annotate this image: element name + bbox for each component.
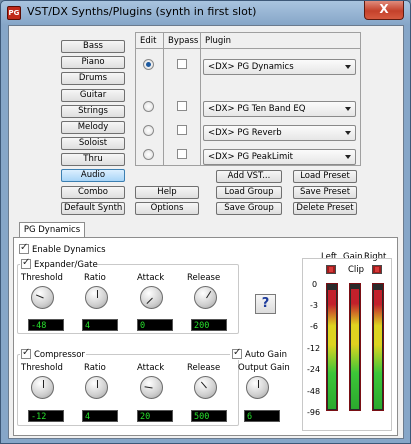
instrument-button-guitar[interactable]: Guitar xyxy=(61,89,125,102)
expander-release-value: 200 xyxy=(191,319,227,331)
plugin-select-slot-2[interactable]: <DX> PG Ten Band EQ xyxy=(203,101,356,117)
bypass-checkbox-slot-2[interactable] xyxy=(177,101,187,111)
edit-radio-slot-4[interactable] xyxy=(143,149,154,160)
expander-ratio-value: 4 xyxy=(82,319,118,331)
meter-scale-0: 0 xyxy=(312,280,318,289)
compressor-release-label: Release xyxy=(187,363,221,373)
expander-threshold-knob[interactable] xyxy=(31,286,54,309)
help-button[interactable]: Help xyxy=(135,186,199,199)
instrument-button-piano[interactable]: Piano xyxy=(61,56,125,69)
meter-scale-2: -6 xyxy=(310,322,318,331)
instrument-button-bass[interactable]: Bass xyxy=(61,40,125,53)
delete-preset-button[interactable]: Delete Preset xyxy=(293,202,357,215)
close-button[interactable]: X xyxy=(364,1,404,20)
options-button[interactable]: Options xyxy=(135,202,199,215)
instrument-button-drums[interactable]: Drums xyxy=(61,72,125,85)
instrument-button-strings[interactable]: Strings xyxy=(61,105,125,118)
compressor-release-knob[interactable] xyxy=(194,376,217,399)
compressor-label: Compressor xyxy=(34,350,85,360)
output-gain-value: 6 xyxy=(244,410,280,422)
bypass-checkbox-slot-1[interactable] xyxy=(177,59,187,69)
compressor-ratio-knob[interactable] xyxy=(85,376,108,399)
title-bar[interactable]: PG VST/DX Synths/Plugins (synth in first… xyxy=(1,1,410,25)
bypass-column-header: Bypass xyxy=(168,36,199,46)
save-preset-button[interactable]: Save Preset xyxy=(293,186,357,199)
default-synth-button[interactable]: Default Synth xyxy=(61,202,125,215)
expander-release-knob[interactable] xyxy=(194,286,217,309)
auto-gain-label: Auto Gain xyxy=(245,350,287,360)
auto-gain-checkbox[interactable] xyxy=(232,347,242,359)
window-title: VST/DX Synths/Plugins (synth in first sl… xyxy=(27,5,257,18)
plugin-select-slot-1[interactable]: <DX> PG Dynamics xyxy=(203,59,356,75)
plugin-select-slot-4-value: <DX> PG PeakLimit xyxy=(208,152,293,162)
output-gain-knob[interactable] xyxy=(246,376,269,399)
compressor-ratio-label: Ratio xyxy=(84,363,106,373)
expander-ratio-knob[interactable] xyxy=(85,286,108,309)
compressor-ratio-value: 4 xyxy=(82,410,118,422)
plugin-editor-panel: Enable Dynamics Expander/Gate Threshold … xyxy=(13,237,398,436)
save-group-button[interactable]: Save Group xyxy=(216,202,282,215)
right-level-meter xyxy=(372,283,384,411)
expander-attack-value: 0 xyxy=(137,319,173,331)
left-level-meter xyxy=(326,283,338,411)
chevron-down-icon xyxy=(345,107,351,111)
meter-scale-6: -96 xyxy=(307,408,321,417)
instrument-button-audio[interactable]: Audio xyxy=(61,169,125,182)
edit-radio-slot-3[interactable] xyxy=(143,125,154,136)
bypass-checkbox-slot-3[interactable] xyxy=(177,125,187,135)
plugin-select-slot-1-value: <DX> PG Dynamics xyxy=(208,62,294,72)
instrument-button-melody[interactable]: Melody xyxy=(61,121,125,134)
plugin-select-slot-2-value: <DX> PG Ten Band EQ xyxy=(208,104,306,114)
chevron-down-icon xyxy=(345,155,351,159)
plugin-select-slot-3-value: <DX> PG Reverb xyxy=(208,128,282,138)
add-vst-button[interactable]: Add VST... xyxy=(216,170,282,183)
meter-scale-5: -48 xyxy=(307,387,321,396)
chevron-down-icon xyxy=(345,65,351,69)
expander-ratio-label: Ratio xyxy=(84,273,106,283)
expander-attack-label: Attack xyxy=(137,273,165,283)
meter-scale-4: -24 xyxy=(307,365,321,374)
compressor-threshold-value: -12 xyxy=(28,410,64,422)
combo-button[interactable]: Combo xyxy=(61,186,125,199)
compressor-threshold-label: Threshold xyxy=(21,363,63,373)
plugin-select-slot-4[interactable]: <DX> PG PeakLimit xyxy=(203,149,356,165)
gain-level-meter xyxy=(349,283,361,411)
enable-dynamics-label: Enable Dynamics xyxy=(32,245,106,255)
expander-threshold-value: -48 xyxy=(28,319,64,331)
expander-gate-label: Expander/Gate xyxy=(34,260,98,270)
client-area: Bass Piano Drums Guitar Strings Melody S… xyxy=(8,25,404,439)
enable-dynamics-checkbox[interactable] xyxy=(19,242,29,254)
plugin-window: PG VST/DX Synths/Plugins (synth in first… xyxy=(0,0,411,444)
expander-gate-checkbox[interactable] xyxy=(21,257,31,269)
compressor-attack-knob[interactable] xyxy=(140,376,163,399)
meter-scale-1: -3 xyxy=(310,301,318,310)
instrument-button-thru[interactable]: Thru xyxy=(61,153,125,166)
tab-pg-dynamics[interactable]: PG Dynamics xyxy=(19,222,85,238)
output-gain-label: Output Gain xyxy=(238,363,290,373)
instrument-button-soloist[interactable]: Soloist xyxy=(61,137,125,150)
expander-threshold-label: Threshold xyxy=(21,273,63,283)
load-group-button[interactable]: Load Group xyxy=(216,186,282,199)
expander-release-label: Release xyxy=(187,273,221,283)
compressor-threshold-knob[interactable] xyxy=(31,376,54,399)
chevron-down-icon xyxy=(345,131,351,135)
edit-radio-slot-2[interactable] xyxy=(143,101,154,112)
app-icon: PG xyxy=(7,6,21,20)
load-preset-button[interactable]: Load Preset xyxy=(293,170,357,183)
plugin-column-header: Plugin xyxy=(205,36,232,46)
compressor-release-value: 500 xyxy=(191,410,227,422)
bypass-checkbox-slot-4[interactable] xyxy=(177,149,187,159)
edit-radio-slot-1[interactable] xyxy=(143,59,154,70)
compressor-checkbox[interactable] xyxy=(21,347,31,359)
compressor-attack-value: 20 xyxy=(137,410,173,422)
edit-column-header: Edit xyxy=(140,36,157,46)
expander-attack-knob[interactable] xyxy=(140,286,163,309)
compressor-attack-label: Attack xyxy=(137,363,165,373)
help-icon[interactable]: ? xyxy=(255,294,276,314)
plugin-slot-grid: Edit Bypass Plugin xyxy=(135,32,361,166)
meter-scale-3: -12 xyxy=(307,344,321,353)
plugin-select-slot-3[interactable]: <DX> PG Reverb xyxy=(203,125,356,141)
